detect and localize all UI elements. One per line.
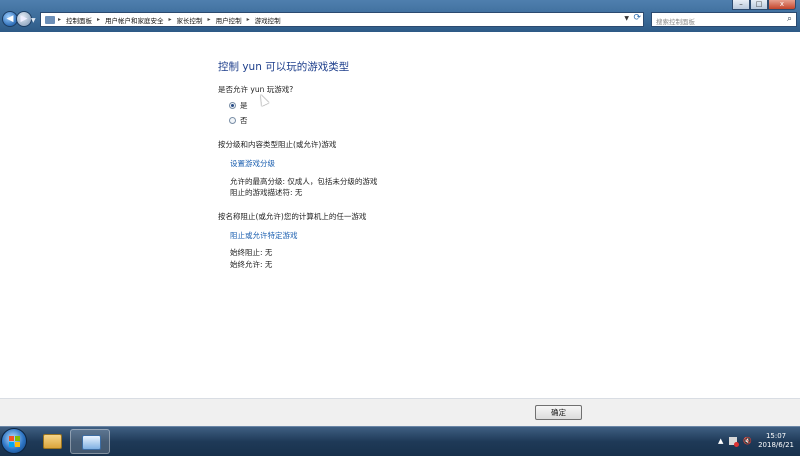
window-controls: – □ x bbox=[732, 0, 796, 10]
breadcrumb: ▸ 控制面板 ▸ 用户帐户和家庭安全 ▸ 家长控制 ▸ 用户控制 ▸ 游戏控制 bbox=[58, 15, 281, 25]
blocked-descriptors-text: 阻止的游戏描述符: 无 bbox=[230, 188, 303, 197]
breadcrumb-separator-icon: ▸ bbox=[58, 16, 62, 23]
recent-pages-dropdown-icon[interactable]: ▼ bbox=[31, 17, 36, 24]
radio-no-label[interactable]: 否 bbox=[240, 115, 248, 126]
clock[interactable]: 15:07 2018/6/21 bbox=[758, 432, 794, 450]
page-title: 控制 yun 可以玩的游戏类型 bbox=[218, 61, 350, 73]
address-bar[interactable]: ▸ 控制面板 ▸ 用户帐户和家庭安全 ▸ 家长控制 ▸ 用户控制 ▸ 游戏控制 … bbox=[40, 12, 644, 27]
show-hidden-icons-icon[interactable]: ▲ bbox=[718, 437, 723, 445]
network-icon[interactable] bbox=[729, 437, 740, 447]
breadcrumb-item[interactable]: 游戏控制 bbox=[255, 15, 281, 25]
system-tray: ▲ 🔇 15:07 2018/6/21 bbox=[718, 427, 794, 455]
radio-selected-icon[interactable] bbox=[229, 102, 236, 109]
max-rating-text: 允许的最高分级: 仅成人，包括未分级的游戏 bbox=[230, 177, 378, 186]
block-allow-specific-games-link[interactable]: 阻止或允许特定游戏 bbox=[230, 230, 298, 241]
set-game-ratings-link[interactable]: 设置游戏分级 bbox=[230, 158, 275, 169]
search-input[interactable]: 搜索控制面板 ⌕ bbox=[651, 12, 797, 27]
always-block-text: 始终阻止: 无 bbox=[230, 248, 273, 257]
search-icon[interactable]: ⌕ bbox=[787, 14, 792, 24]
radio-allow-yes[interactable]: 是 bbox=[229, 100, 248, 111]
ok-button[interactable]: 确定 bbox=[535, 405, 582, 420]
start-button[interactable] bbox=[1, 428, 27, 454]
breadcrumb-item[interactable]: 用户控制 bbox=[216, 15, 242, 25]
volume-muted-icon[interactable]: 🔇 bbox=[743, 437, 752, 445]
forward-arrow-icon: ▶ bbox=[20, 14, 28, 24]
forward-button[interactable]: ▶ bbox=[16, 11, 32, 27]
minimize-button[interactable]: – bbox=[732, 0, 750, 10]
breadcrumb-separator-icon[interactable]: ▸ bbox=[97, 16, 100, 23]
breadcrumb-separator-icon[interactable]: ▸ bbox=[169, 16, 172, 23]
clock-time: 15:07 bbox=[765, 432, 787, 440]
close-button[interactable]: x bbox=[768, 0, 796, 10]
radio-allow-no[interactable]: 否 bbox=[229, 115, 248, 126]
radio-unselected-icon[interactable] bbox=[229, 117, 236, 124]
clock-date: 2018/6/21 bbox=[758, 441, 794, 449]
taskbar: ▲ 🔇 15:07 2018/6/21 bbox=[0, 426, 800, 456]
search-placeholder: 搜索控制面板 bbox=[656, 18, 695, 26]
refresh-icon[interactable]: ⟳ bbox=[633, 13, 641, 23]
maximize-button[interactable]: □ bbox=[750, 0, 768, 10]
folder-icon bbox=[43, 434, 62, 449]
back-arrow-icon: ◀ bbox=[6, 14, 14, 24]
rating-section-heading: 按分级和内容类型阻止(或允许)游戏 bbox=[218, 140, 337, 149]
radio-yes-label[interactable]: 是 bbox=[240, 100, 248, 111]
windows-logo-icon bbox=[9, 436, 20, 447]
control-panel-icon bbox=[45, 15, 55, 24]
always-allow-text: 始终允许: 无 bbox=[230, 260, 273, 269]
taskbar-explorer-button[interactable] bbox=[32, 429, 72, 454]
breadcrumb-item[interactable]: 控制面板 bbox=[66, 15, 92, 25]
control-panel-icon bbox=[82, 435, 101, 450]
breadcrumb-separator-icon[interactable]: ▸ bbox=[247, 16, 250, 23]
allow-games-question: 是否允许 yun 玩游戏? bbox=[218, 85, 294, 94]
breadcrumb-separator-icon[interactable]: ▸ bbox=[208, 16, 211, 23]
breadcrumb-item[interactable]: 家长控制 bbox=[177, 15, 203, 25]
name-section-heading: 按名称阻止(或允许)您的计算机上的任一游戏 bbox=[218, 212, 367, 221]
taskbar-control-panel-button[interactable] bbox=[70, 429, 110, 454]
window-titlebar: – □ x ◀ ▶ ▼ ▸ 控制面板 ▸ 用户帐户和家庭安全 ▸ 家长控制 ▸ … bbox=[0, 0, 800, 32]
content-area: 控制 yun 可以玩的游戏类型 是否允许 yun 玩游戏? 是 否 按分级和内容… bbox=[0, 32, 800, 398]
dialog-footer: 确定 bbox=[0, 398, 800, 426]
address-dropdown-icon[interactable]: ▼ bbox=[624, 15, 629, 22]
breadcrumb-item[interactable]: 用户帐户和家庭安全 bbox=[105, 15, 164, 25]
